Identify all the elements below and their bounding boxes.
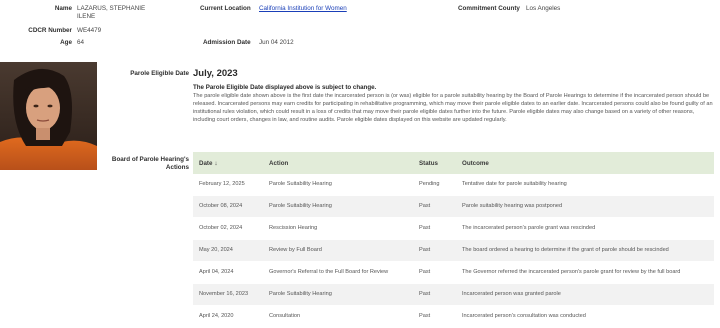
row-action: Rescission Hearing	[263, 217, 413, 240]
outcome-column-header[interactable]: Outcome	[456, 152, 714, 174]
board-actions-table: Date ↓ Action Status Outcome February 12,…	[193, 152, 714, 328]
board-actions-label-line2: Actions	[165, 163, 189, 171]
row-outcome: The Governor referred the incarcerated p…	[456, 261, 714, 284]
row-action: Parole Suitability Hearing	[263, 174, 413, 196]
row-status: Past	[413, 239, 456, 262]
current-location-link[interactable]: California Institution for Women	[259, 5, 347, 12]
board-actions-label-line1: Board of Parole Hearing's	[111, 156, 189, 163]
row-status: Past	[413, 217, 456, 240]
parole-eligible-date-value: July, 2023	[193, 68, 238, 79]
parole-notice-body: The parole eligible date shown above is …	[193, 93, 713, 124]
row-action: Review by Full Board	[263, 239, 413, 262]
row-outcome: Incarcerated person's consultation was c…	[456, 305, 714, 328]
row-outcome: The board ordered a hearing to determine…	[456, 239, 714, 262]
sort-arrow-icon: ↓	[214, 159, 218, 167]
inmate-photo	[0, 62, 97, 170]
table-row: February 12, 2025 Parole Suitability Hea…	[193, 174, 714, 196]
parole-notice-title: The Parole Eligible Date displayed above…	[193, 84, 377, 91]
table-row: November 16, 2023 Parole Suitability Hea…	[193, 283, 714, 306]
row-outcome: The incarcerated person's parole grant w…	[456, 217, 714, 240]
row-status: Past	[413, 283, 456, 306]
name-label: Name	[54, 5, 72, 12]
admission-date-value: Jun 04 2012	[259, 39, 294, 46]
current-location-label: Current Location	[200, 5, 251, 12]
commitment-county-label: Commitment County	[458, 5, 520, 12]
table-header-row: Date ↓ Action Status Outcome	[193, 152, 714, 174]
row-date: April 04, 2024	[193, 261, 263, 284]
name-value: LAZARUS, STEPHANIE ILENE	[77, 5, 145, 20]
date-column-header[interactable]: Date ↓	[193, 152, 263, 174]
row-date: April 24, 2020	[193, 305, 263, 328]
age-value: 64	[77, 39, 85, 46]
commitment-county-value: Los Angeles	[526, 5, 561, 12]
age-label: Age	[60, 39, 72, 46]
name-value-line1: LAZARUS, STEPHANIE	[77, 5, 146, 12]
table-row: April 24, 2020 Consultation Past Incarce…	[193, 305, 714, 328]
row-date: October 08, 2024	[193, 195, 263, 218]
table-row: October 02, 2024 Rescission Hearing Past…	[193, 217, 714, 240]
row-date: May 20, 2024	[193, 239, 263, 262]
row-status: Past	[413, 195, 456, 218]
table-row: October 08, 2024 Parole Suitability Hear…	[193, 195, 714, 218]
row-outcome: Parole suitability hearing was postponed	[456, 195, 714, 218]
row-date: November 16, 2023	[193, 283, 263, 306]
action-column-header[interactable]: Action	[263, 152, 413, 174]
row-outcome: Incarcerated person was granted parole	[456, 283, 714, 306]
row-date: October 02, 2024	[193, 217, 263, 240]
row-outcome: Tentative date for parole suitability he…	[456, 174, 714, 196]
board-actions-label: Board of Parole Hearing's Actions	[100, 156, 189, 171]
parole-eligible-date-label: Parole Eligible Date	[130, 70, 189, 77]
row-status: Past	[413, 261, 456, 284]
row-action: Parole Suitability Hearing	[263, 195, 413, 218]
admission-date-label: Admission Date	[203, 39, 251, 46]
cdcr-number-label: CDCR Number	[28, 27, 72, 34]
table-row: April 04, 2024 Governor's Referral to th…	[193, 261, 714, 284]
row-action: Parole Suitability Hearing	[263, 283, 413, 306]
cdcr-number-value: WE4479	[77, 27, 102, 34]
inmate-photo-image	[0, 62, 97, 170]
row-action: Governor's Referral to the Full Board fo…	[263, 261, 413, 284]
name-value-line2: ILENE	[77, 12, 96, 20]
row-status: Pending	[413, 174, 456, 196]
row-action: Consultation	[263, 305, 413, 328]
row-status: Past	[413, 305, 456, 328]
table-row: May 20, 2024 Review by Full Board Past T…	[193, 239, 714, 262]
row-date: February 12, 2025	[193, 174, 263, 196]
date-column-label: Date	[199, 159, 213, 167]
status-column-header[interactable]: Status	[413, 152, 456, 174]
